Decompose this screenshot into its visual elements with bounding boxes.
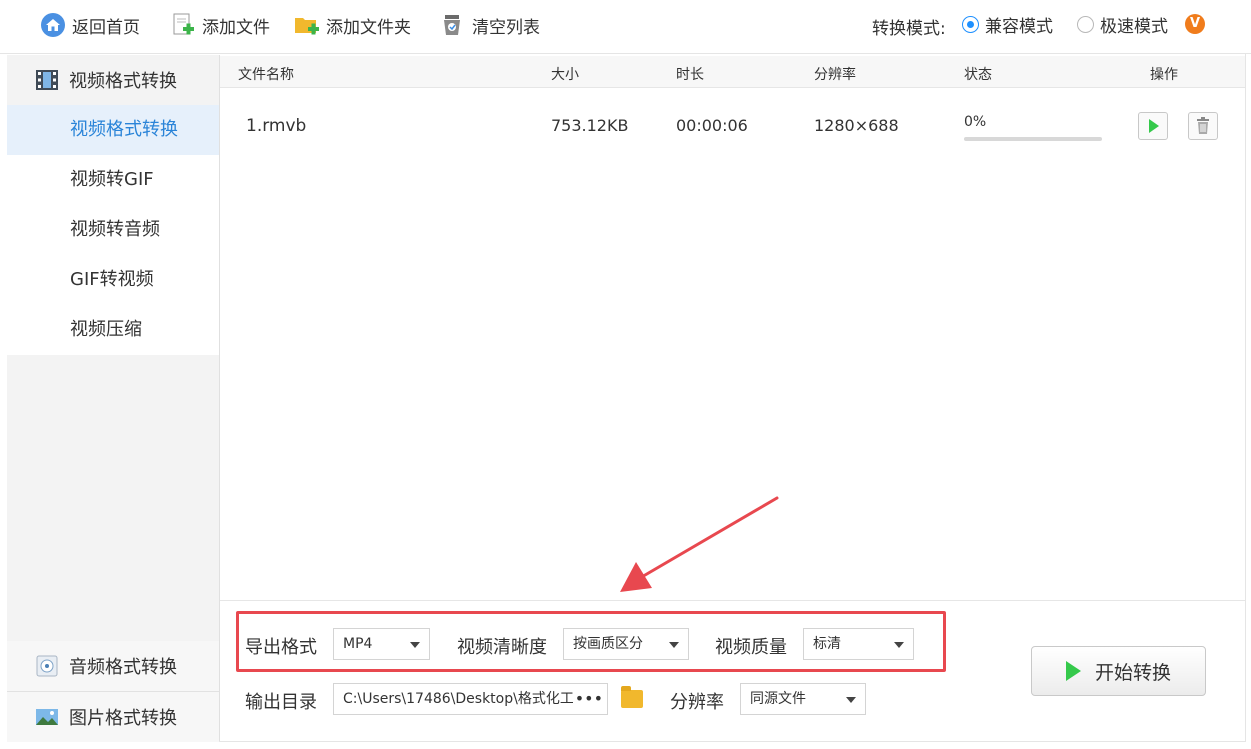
header-size: 大小 bbox=[551, 67, 579, 83]
add-folder-icon bbox=[294, 12, 320, 38]
start-convert-button[interactable]: 开始转换 bbox=[1031, 646, 1206, 696]
file-duration-cell: 00:00:06 bbox=[676, 116, 748, 135]
output-dir-value: C:\Users\17486\Desktop\格式化工 bbox=[343, 691, 574, 707]
export-format-label: 导出格式 bbox=[245, 637, 317, 658]
quality-value: 标清 bbox=[813, 636, 841, 652]
sidebar-section-video-label: 视频格式转换 bbox=[69, 71, 177, 92]
conversion-mode-label: 转换模式: bbox=[872, 19, 946, 39]
play-button[interactable] bbox=[1138, 112, 1168, 140]
add-file-button[interactable]: 添加文件 bbox=[170, 10, 270, 40]
mode-compatible-radio[interactable]: 兼容模式 bbox=[962, 12, 1053, 37]
mode-fast-label: 极速模式 bbox=[1100, 17, 1168, 37]
quality-select[interactable]: 标清 bbox=[803, 628, 914, 660]
quality-label: 视频质量 bbox=[715, 637, 787, 658]
file-table-header: 文件名称 大小 时长 分辨率 状态 操作 bbox=[220, 56, 1245, 88]
trash-icon bbox=[1197, 117, 1209, 134]
mode-compatible-label: 兼容模式 bbox=[985, 17, 1053, 37]
vip-badge-icon[interactable]: V bbox=[1185, 14, 1205, 34]
start-convert-label: 开始转换 bbox=[1094, 661, 1171, 684]
sidebar-section-image[interactable]: 图片格式转换 bbox=[7, 692, 219, 742]
more-icon[interactable]: ••• bbox=[572, 684, 603, 714]
toolbar-divider bbox=[0, 53, 1251, 54]
clarity-label: 视频清晰度 bbox=[457, 637, 547, 658]
chevron-down-icon bbox=[669, 642, 679, 648]
sidebar-section-video[interactable]: 视频格式转换 bbox=[7, 55, 219, 105]
header-duration: 时长 bbox=[676, 67, 704, 83]
right-border bbox=[1245, 54, 1246, 742]
clear-list-icon bbox=[440, 12, 466, 38]
header-actions: 操作 bbox=[1150, 67, 1178, 83]
progress-text: 0% bbox=[964, 114, 987, 130]
resolution-value: 同源文件 bbox=[750, 691, 806, 707]
sidebar-item-gif-to-video[interactable]: GIF转视频 bbox=[7, 255, 219, 305]
clarity-select[interactable]: 按画质区分 bbox=[563, 628, 689, 660]
add-folder-button[interactable]: 添加文件夹 bbox=[294, 10, 411, 40]
mode-fast-radio[interactable]: 极速模式 bbox=[1077, 12, 1168, 37]
output-dir-input[interactable]: C:\Users\17486\Desktop\格式化工 ••• bbox=[333, 683, 608, 715]
sidebar: 视频格式转换 视频格式转换 视频转GIF 视频转音频 GIF转视频 视频压缩 音… bbox=[7, 55, 219, 742]
resolution-select[interactable]: 同源文件 bbox=[740, 683, 866, 715]
resolution-label: 分辨率 bbox=[670, 692, 724, 713]
export-format-value: MP4 bbox=[343, 636, 373, 652]
delete-button[interactable] bbox=[1188, 112, 1218, 140]
header-status: 状态 bbox=[964, 67, 992, 83]
file-resolution-cell: 1280×688 bbox=[814, 116, 899, 135]
sidebar-item-video-compress[interactable]: 视频压缩 bbox=[7, 305, 219, 355]
file-name-cell: 1.rmvb bbox=[246, 116, 307, 136]
output-dir-label: 输出目录 bbox=[245, 692, 317, 713]
sidebar-section-audio[interactable]: 音频格式转换 bbox=[7, 641, 219, 691]
film-icon bbox=[35, 69, 59, 91]
header-file-name: 文件名称 bbox=[238, 67, 294, 83]
audio-icon bbox=[35, 655, 59, 677]
chevron-down-icon bbox=[894, 642, 904, 648]
table-row[interactable]: 1.rmvb 753.12KB 00:00:06 1280×688 0% bbox=[220, 98, 1245, 154]
sidebar-item-video-to-audio[interactable]: 视频转音频 bbox=[7, 205, 219, 255]
folder-icon[interactable] bbox=[621, 686, 643, 708]
header-resolution: 分辨率 bbox=[814, 67, 856, 83]
chevron-down-icon bbox=[410, 642, 420, 648]
toolbar: 返回首页 添加文件 添加文件夹 清空列表 转换模式: 兼容模式 极速模式 V bbox=[0, 0, 1251, 52]
progress-bar bbox=[964, 137, 1102, 141]
clear-list-button[interactable]: 清空列表 bbox=[440, 10, 540, 40]
sidebar-item-video-to-gif[interactable]: 视频转GIF bbox=[7, 155, 219, 205]
radio-unselected-icon bbox=[1077, 16, 1094, 33]
add-file-label: 添加文件 bbox=[202, 17, 270, 38]
add-file-icon bbox=[170, 12, 196, 38]
export-format-select[interactable]: MP4 bbox=[333, 628, 430, 660]
play-icon bbox=[1065, 661, 1081, 681]
clarity-value: 按画质区分 bbox=[573, 636, 643, 652]
home-icon bbox=[40, 12, 66, 38]
home-label: 返回首页 bbox=[72, 17, 140, 38]
add-folder-label: 添加文件夹 bbox=[326, 17, 411, 38]
sidebar-section-image-label: 图片格式转换 bbox=[69, 708, 177, 729]
play-icon bbox=[1149, 119, 1159, 133]
image-icon bbox=[35, 706, 59, 728]
home-button[interactable]: 返回首页 bbox=[40, 10, 140, 40]
sidebar-section-audio-label: 音频格式转换 bbox=[69, 657, 177, 678]
radio-selected-icon bbox=[962, 16, 979, 33]
sidebar-item-video-format[interactable]: 视频格式转换 bbox=[7, 105, 219, 155]
file-size-cell: 753.12KB bbox=[551, 116, 629, 135]
chevron-down-icon bbox=[846, 697, 856, 703]
clear-list-label: 清空列表 bbox=[472, 17, 540, 38]
